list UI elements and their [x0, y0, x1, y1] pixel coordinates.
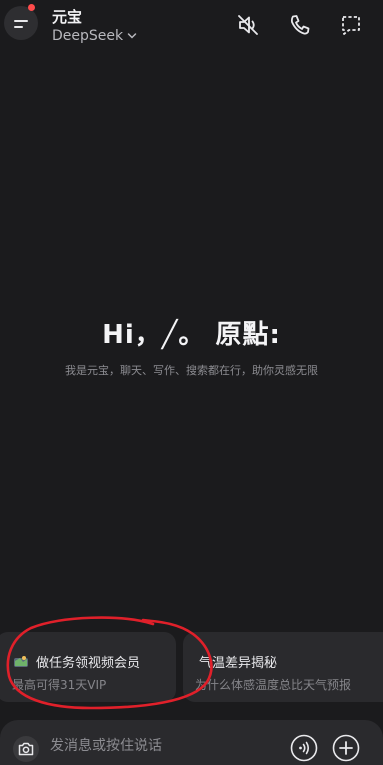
phone-icon[interactable] [287, 12, 313, 38]
gift-icon [14, 656, 28, 667]
suggestion-title: 气温差异揭秘 [199, 656, 278, 671]
top-bar: 元宝 DeepSeek [0, 0, 383, 56]
voice-icon[interactable] [290, 734, 318, 762]
greeting-subtitle: 我是元宝，聊天、写作、搜索都在行，助你灵感无限 [65, 364, 318, 377]
suggestion-subtitle: 为什么体感温度总比天气预报 [195, 678, 352, 692]
model-name: DeepSeek [52, 28, 124, 44]
model-selector[interactable]: DeepSeek [52, 28, 137, 44]
suggestion-list: 做任务领视频会员 最高可得31天VIP 气温差异揭秘 为什么体感温度总比天气预报 [0, 632, 383, 704]
greeting-title: Hi，╱。 原點: [102, 320, 281, 350]
menu-button[interactable] [4, 6, 38, 40]
plus-icon[interactable] [332, 734, 360, 762]
menu-icon-line [14, 20, 28, 22]
app-title: 元宝 [52, 8, 83, 26]
message-input[interactable]: 发消息或按住说话 [50, 735, 162, 755]
camera-icon[interactable] [12, 735, 40, 763]
new-chat-icon[interactable] [338, 12, 364, 38]
chevron-down-icon [127, 33, 137, 39]
suggestion-card-video-vip[interactable]: 做任务领视频会员 最高可得31天VIP [0, 632, 176, 702]
suggestion-title: 做任务领视频会员 [36, 656, 141, 671]
input-bar: 发消息或按住说话 [0, 720, 383, 765]
suggestion-subtitle: 最高可得31天VIP [12, 678, 107, 692]
notification-dot [28, 4, 35, 11]
speaker-mute-icon[interactable] [235, 12, 261, 38]
menu-icon-line [14, 26, 23, 28]
suggestion-card-temperature[interactable]: 气温差异揭秘 为什么体感温度总比天气预报 [183, 632, 383, 702]
